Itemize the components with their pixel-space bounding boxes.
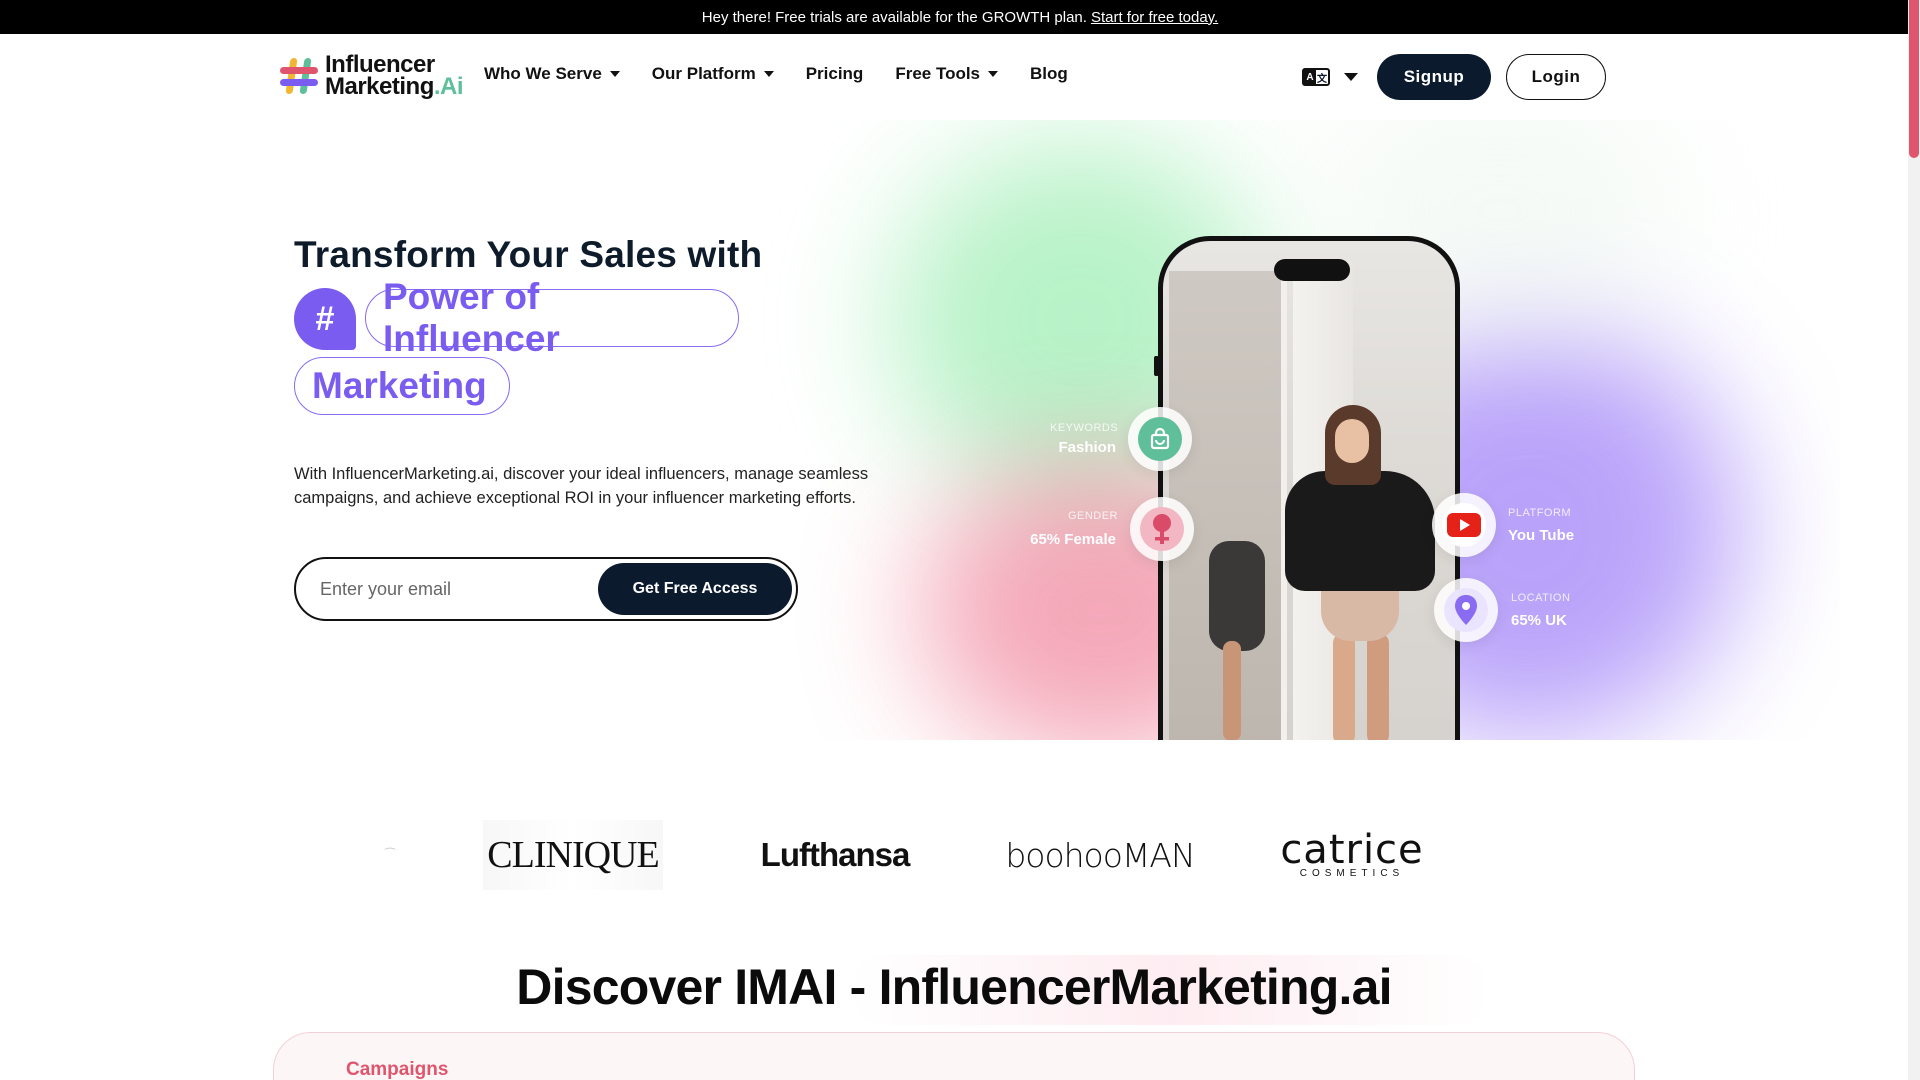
- nav-pricing[interactable]: Pricing: [806, 64, 864, 84]
- stat-location-label: LOCATION: [1511, 592, 1571, 604]
- get-free-access-button[interactable]: Get Free Access: [598, 563, 792, 615]
- language-selector[interactable]: A文: [1302, 68, 1358, 86]
- model-leg-image: [1333, 633, 1355, 740]
- stat-gender-label: GENDER: [1067, 510, 1118, 522]
- nav-free-tools[interactable]: Free Tools: [895, 64, 999, 84]
- hero-pill-power: Power of Influencer: [365, 276, 739, 359]
- reflection-image: [1209, 541, 1265, 651]
- hero-pill-marketing: Marketing: [294, 357, 510, 415]
- reflection-leg-image: [1223, 641, 1241, 740]
- feature-panel: Campaigns: [273, 1032, 1635, 1080]
- site-header: Influencer Marketing.Ai Who We Serve Our…: [0, 34, 1908, 120]
- platform-chip: [1432, 493, 1496, 557]
- caret-down-icon: [609, 71, 620, 77]
- female-icon: [1140, 507, 1184, 551]
- faded-brand-logo: ⁀: [385, 848, 395, 862]
- discover-title: Discover IMAI - InfluencerMarketing.ai: [516, 959, 1392, 1015]
- location-chip: [1434, 578, 1498, 642]
- announcement-bar: Hey there! Free trials are available for…: [0, 0, 1920, 34]
- email-signup-form: Get Free Access: [294, 557, 798, 621]
- phone-dynamic-island: [1274, 259, 1350, 281]
- phone-mockup: [1158, 236, 1460, 740]
- caret-down-icon: [1344, 73, 1358, 81]
- login-button[interactable]: Login: [1506, 54, 1606, 100]
- panel-tab-campaigns[interactable]: Campaigns: [346, 1059, 448, 1080]
- hero-title: Transform Your Sales with: [294, 234, 763, 275]
- model-jacket-image: [1285, 471, 1435, 591]
- nav-label: Blog: [1030, 64, 1068, 83]
- nav-label: Our Platform: [651, 64, 756, 83]
- nav-who-we-serve[interactable]: Who We Serve: [484, 64, 620, 84]
- stat-location-value: 65% UK: [1511, 612, 1567, 629]
- hero-description: With InfluencerMarketing.ai, discover yo…: [294, 465, 869, 507]
- stat-gender-value: 65% Female: [1030, 531, 1116, 548]
- shopping-bag-icon: [1138, 417, 1182, 461]
- brand-logo-catrice: catrice COSMETICS: [1262, 820, 1442, 890]
- logo[interactable]: Influencer Marketing.Ai: [279, 53, 464, 100]
- brand-logo-strip: ⁀ CLINIQUE Lufthansa boohooMAN catrice C…: [370, 820, 1490, 890]
- page-scrollbar[interactable]: [1908, 0, 1920, 1080]
- youtube-icon: [1442, 503, 1486, 547]
- signup-button[interactable]: Signup: [1377, 54, 1491, 100]
- model-face-image: [1335, 419, 1369, 463]
- logo-hash-icon: [279, 56, 319, 96]
- email-input[interactable]: [320, 573, 600, 605]
- caret-down-icon: [988, 71, 999, 77]
- logo-line-2: Marketing.Ai: [325, 73, 464, 100]
- model-leg-image: [1367, 633, 1389, 740]
- announcement-link[interactable]: Start for free today.: [1091, 9, 1218, 26]
- stat-platform-value: You Tube: [1508, 527, 1575, 544]
- caret-down-icon: [763, 71, 774, 77]
- scrollbar-thumb[interactable]: [1909, 0, 1919, 158]
- catrice-wordmark: catrice: [1280, 826, 1424, 873]
- location-pin-icon: [1444, 588, 1488, 632]
- stat-keywords-value: Fashion: [1058, 439, 1116, 456]
- nav-our-platform[interactable]: Our Platform: [652, 64, 774, 84]
- translate-icon: A文: [1302, 68, 1330, 86]
- catrice-subtitle: COSMETICS: [1299, 867, 1405, 879]
- announcement-text: Hey there! Free trials are available for…: [701, 8, 1087, 26]
- brand-logo-clinique: CLINIQUE: [483, 820, 663, 890]
- nav-label: Who We Serve: [484, 64, 602, 83]
- keywords-chip: [1128, 407, 1192, 471]
- nav-label: Pricing: [805, 64, 864, 83]
- hash-badge: #: [294, 288, 356, 350]
- nav-label: Free Tools: [895, 64, 981, 83]
- logo-text: Influencer Marketing.Ai: [325, 53, 464, 100]
- stat-keywords-label: KEYWORDS: [1050, 422, 1119, 434]
- gender-chip: [1130, 497, 1194, 561]
- stat-platform-label: PLATFORM: [1508, 507, 1572, 519]
- nav-blog[interactable]: Blog: [1030, 64, 1068, 84]
- brand-logo-lufthansa: Lufthansa: [760, 836, 911, 873]
- main-nav: Who We Serve Our Platform Pricing Free T…: [484, 64, 1068, 84]
- brand-logo-boohooman: boohooMAN: [1005, 835, 1195, 875]
